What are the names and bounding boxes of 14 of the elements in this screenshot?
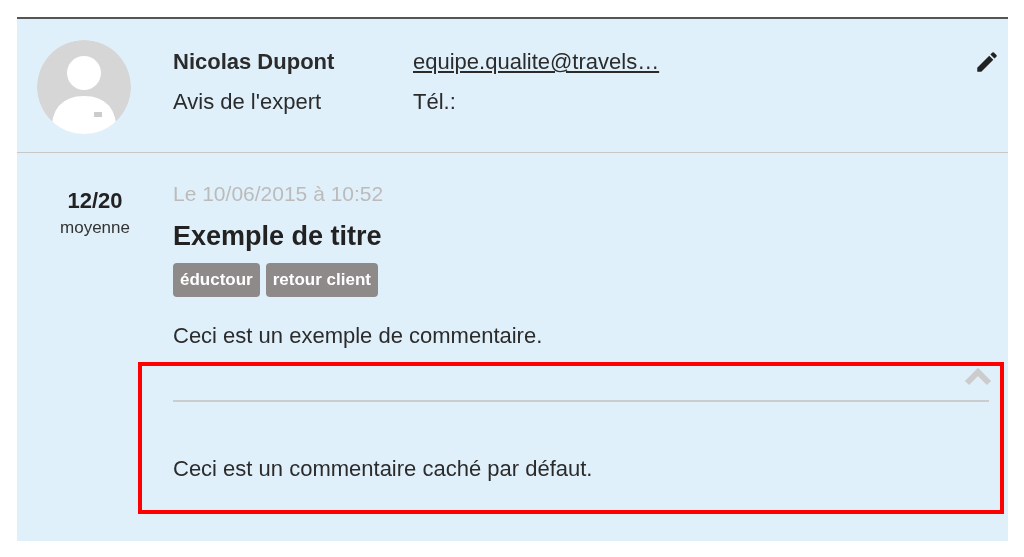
author-role: Avis de l'expert — [173, 89, 323, 115]
score-label: moyenne — [60, 217, 130, 239]
avatar-icon — [37, 40, 131, 134]
average-score: 12/20 — [67, 187, 123, 215]
tag: retour client — [265, 263, 378, 297]
hidden-comment: Ceci est un commentaire caché par défaut. — [173, 455, 594, 483]
author-name: Nicolas Dupont — [173, 49, 336, 75]
phone-label: Tél.: — [413, 89, 457, 115]
review-title: Exemple de titre — [173, 220, 383, 253]
email-link[interactable]: equipe.qualite@travels… — [413, 49, 660, 75]
tag: éductour — [173, 263, 260, 297]
edit-icon[interactable] — [974, 49, 1000, 75]
review-comment: Ceci est un exemple de commentaire. — [173, 322, 543, 350]
review-date: Le 10/06/2015 à 10:52 — [173, 181, 385, 207]
